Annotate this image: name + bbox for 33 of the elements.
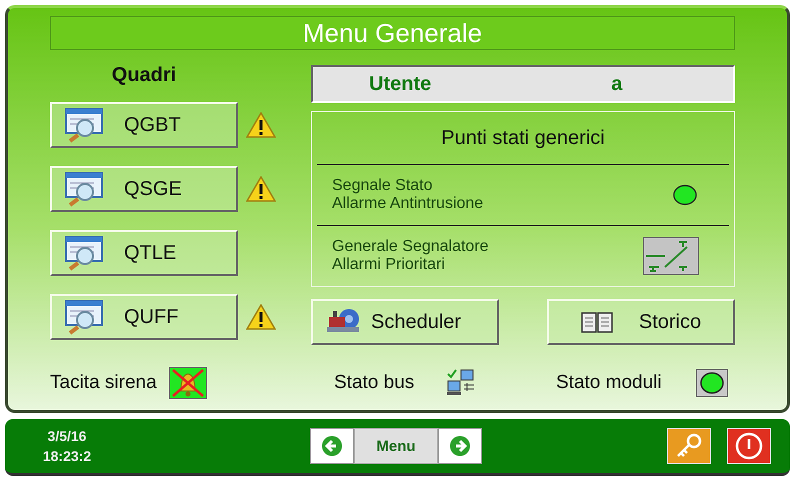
status-label: Segnale Stato Allarme Antintrusione — [332, 177, 484, 213]
user-label: Utente — [369, 72, 432, 96]
section-heading: Quadri — [110, 64, 178, 88]
power-icon — [734, 431, 764, 461]
window-title: Menu Generale — [50, 16, 735, 50]
magnifier-window-icon — [64, 235, 106, 271]
next-button[interactable] — [438, 428, 482, 464]
magnifier-window-icon — [64, 299, 106, 335]
menu-button[interactable]: Menu — [354, 428, 438, 464]
status-text: Tacita sirena — [50, 372, 157, 394]
magnifier-window-icon — [64, 107, 106, 143]
status-text: Stato bus — [334, 372, 414, 394]
date-time: 3/5/16 18:23:2 — [42, 427, 92, 466]
panel-title: Punti stati generici — [317, 112, 729, 165]
breaker-switch-icon — [643, 237, 699, 275]
status-label: Generale Segnalatore Allarmi Prioritari — [332, 238, 489, 274]
power-button[interactable] — [727, 428, 771, 464]
user-value: a — [611, 72, 622, 96]
warning-icon — [246, 112, 276, 138]
muted-bell-icon[interactable] — [168, 367, 207, 399]
key-button[interactable] — [667, 428, 711, 464]
book-icon — [580, 311, 613, 333]
panel-button[interactable]: QTLE — [50, 230, 238, 276]
previous-button[interactable] — [310, 428, 354, 464]
warning-icon — [246, 304, 276, 330]
panel-button[interactable]: QGBT — [50, 102, 238, 148]
action-button[interactable]: Scheduler — [311, 299, 499, 345]
magnifier-window-icon — [64, 171, 106, 207]
panel-button[interactable]: QSGE — [50, 166, 238, 212]
panel-button[interactable]: QUFF — [50, 294, 238, 340]
status-text: Stato moduli — [556, 372, 662, 394]
warning-icon — [246, 176, 276, 202]
action-button[interactable]: Storico — [547, 299, 735, 345]
